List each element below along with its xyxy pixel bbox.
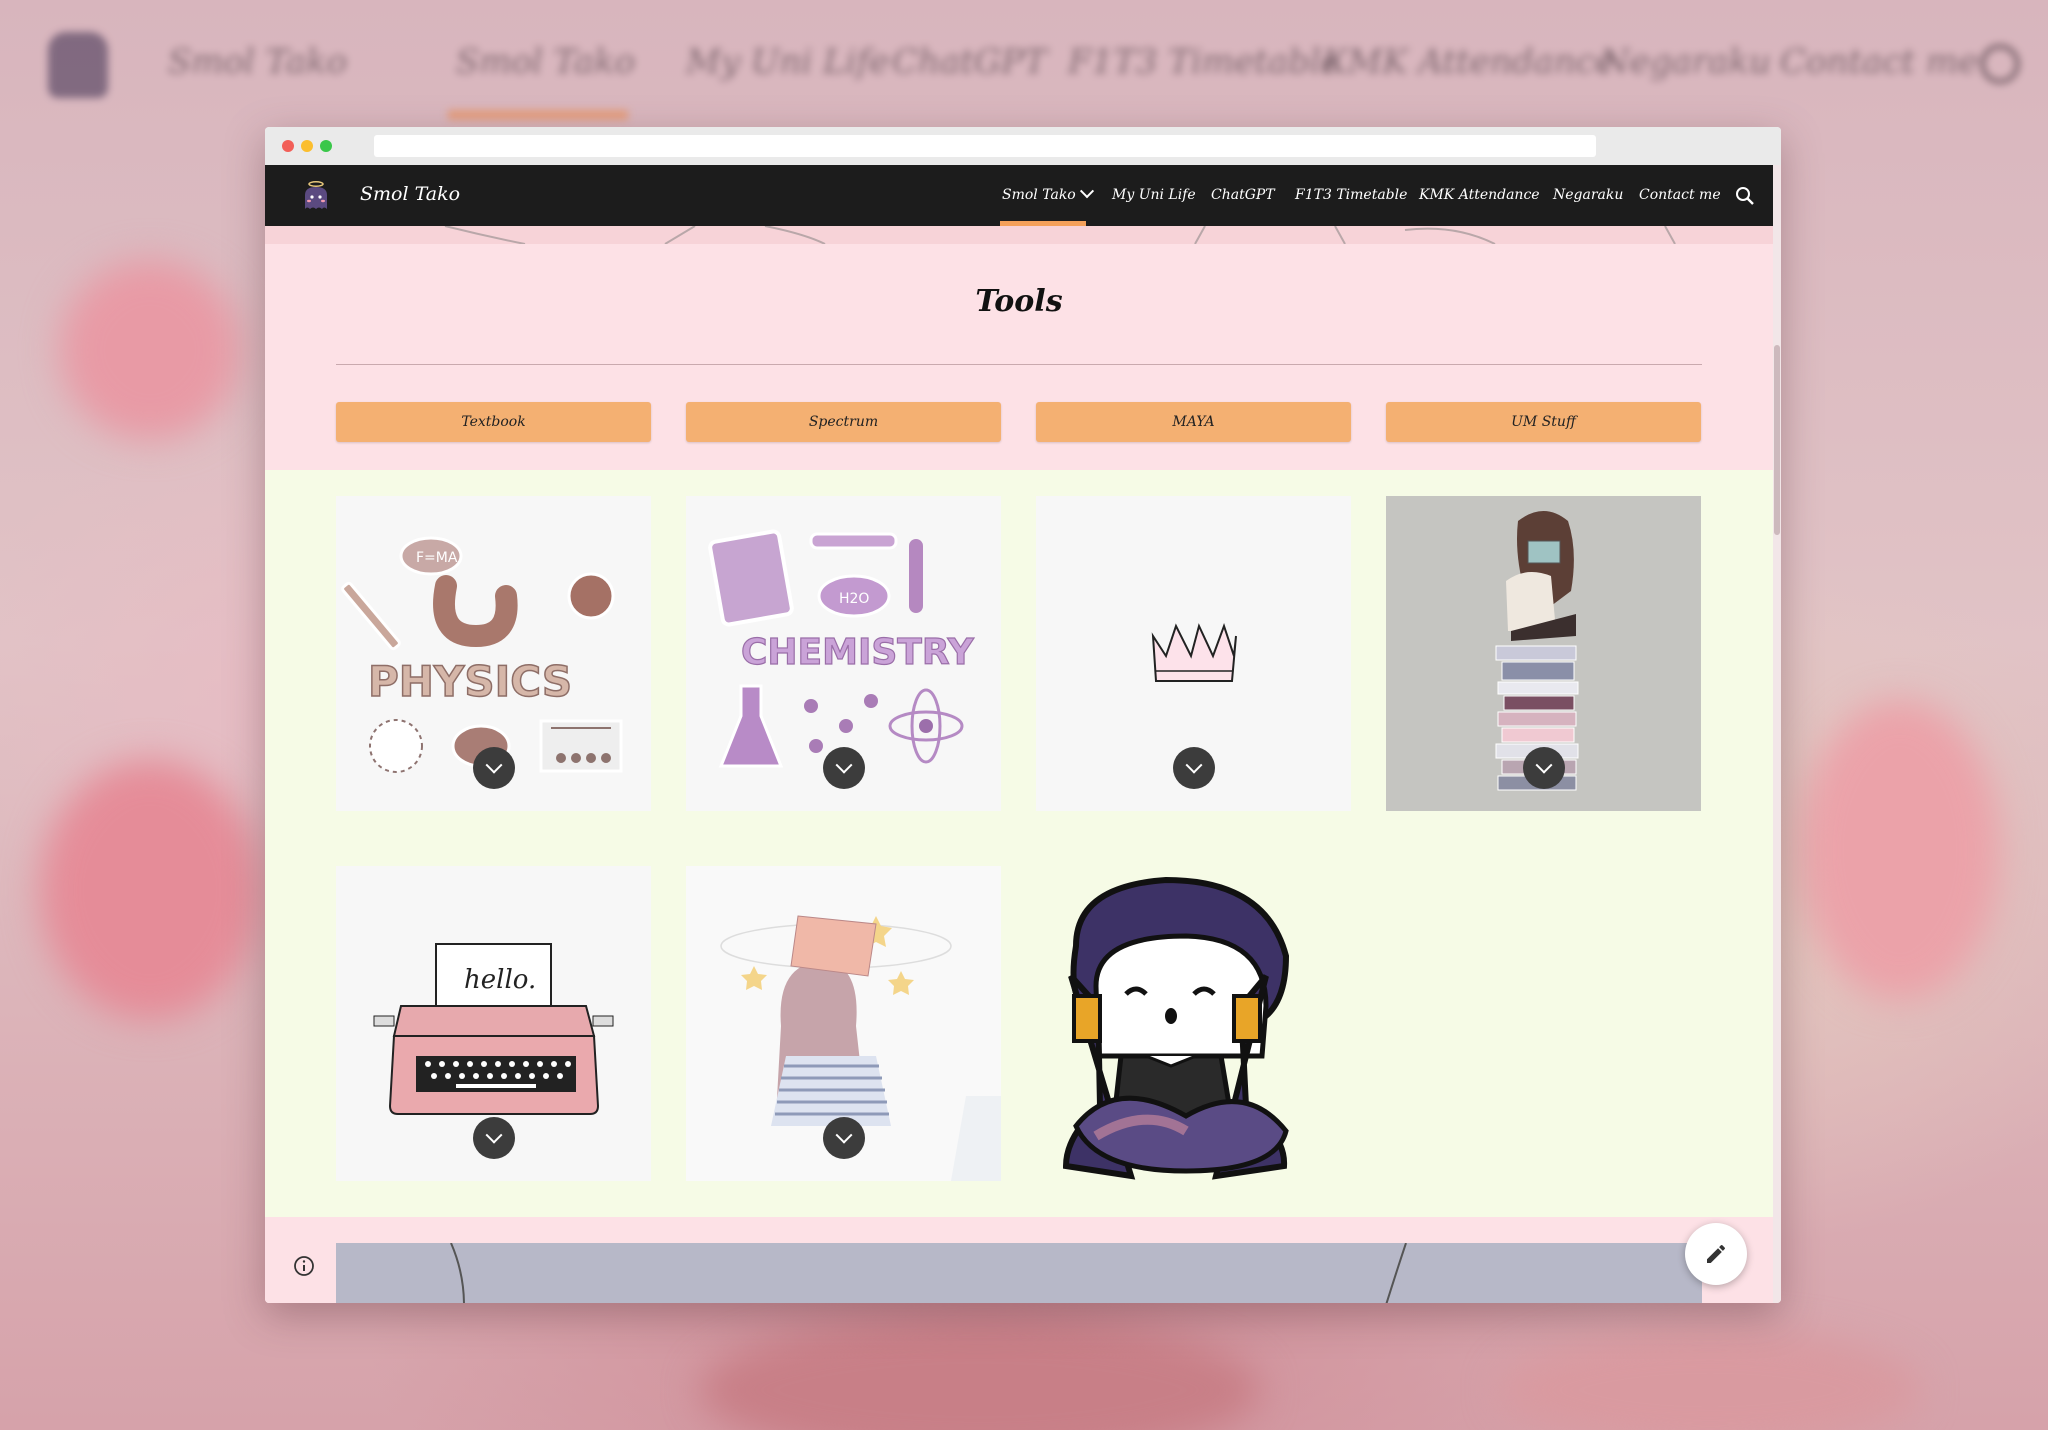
expand-button[interactable] (1522, 747, 1565, 789)
bg-logo (48, 32, 108, 98)
website: Smol Tako Smol Tako My Uni Life ChatGPT … (265, 165, 1773, 1303)
bg-nav-text: Smol Tako (456, 42, 636, 82)
card-girl-book-head[interactable] (686, 866, 1001, 1181)
chevron-down-icon (1535, 756, 1552, 774)
site-title[interactable]: Smol Tako (360, 183, 460, 205)
bg-nav-text: Contact me (1780, 42, 1979, 82)
card-typewriter[interactable]: hello. (336, 866, 651, 1181)
tab-textbook[interactable]: Textbook (336, 402, 651, 442)
bg-blob (40, 760, 260, 1020)
chevron-down-icon (485, 756, 502, 774)
expand-button[interactable] (1172, 747, 1215, 789)
tools-header-section: Tools Textbook Spectrum MAYA UM Stuff (265, 244, 1773, 470)
nav-item-negaraku[interactable]: Negaraku (1553, 187, 1623, 203)
minimize-window-button[interactable] (301, 140, 313, 152)
nav-item-f1t3-timetable[interactable]: F1T3 Timetable (1295, 187, 1407, 203)
bg-blob (60, 260, 240, 440)
nav-item-label: Smol Tako (1002, 187, 1076, 203)
chevron-down-icon (835, 756, 852, 774)
card-girl-on-books[interactable] (1386, 496, 1701, 811)
bg-nav-text: Negaraku (1600, 42, 1771, 82)
next-section-image (336, 1243, 1702, 1303)
chevron-down-icon (1185, 756, 1202, 774)
pencil-icon (1707, 1244, 1725, 1263)
chemistry-formula: H2O (839, 591, 869, 607)
header-decoration (444, 226, 1676, 244)
bg-nav-text: My Uni Life (686, 42, 890, 82)
next-section (265, 1217, 1773, 1303)
expand-button[interactable] (822, 1117, 865, 1159)
physics-title: PHYSICS (368, 657, 572, 706)
close-window-button[interactable] (282, 140, 294, 152)
chevron-down-icon (485, 1126, 502, 1144)
nav-item-chatgpt[interactable]: ChatGPT (1211, 187, 1275, 203)
card-chemistry[interactable]: H2O CHEMISTRY (686, 496, 1001, 811)
bg-nav-text: Smol Tako (168, 42, 348, 82)
search-icon[interactable] (1735, 186, 1755, 206)
card-physics[interactable]: F=MA PHYSICS (336, 496, 651, 811)
bg-blob (700, 1320, 1260, 1430)
card-crown[interactable] (1036, 496, 1351, 811)
scrollbar[interactable] (1773, 165, 1781, 1303)
background-nav: Smol Tako Smol Tako My Uni Life ChatGPT … (0, 0, 2048, 130)
top-nav: Smol Tako Smol Tako My Uni Life ChatGPT … (265, 165, 1773, 226)
bg-search-icon (1980, 44, 2020, 84)
bg-blob (1500, 1330, 1920, 1430)
divider (336, 364, 1702, 365)
bg-blob (1800, 700, 2000, 1000)
browser-window: Smol Tako Smol Tako My Uni Life ChatGPT … (265, 127, 1781, 1303)
nav-item-my-uni-life[interactable]: My Uni Life (1112, 187, 1196, 203)
bg-nav-text: ChatGPT (892, 42, 1047, 82)
chevron-down-icon (1079, 184, 1094, 199)
bg-nav-underline (448, 110, 628, 120)
bg-nav-text: F1T3 Timetable (1068, 42, 1341, 82)
chevron-down-icon (835, 1126, 852, 1144)
browser-chrome (265, 127, 1781, 166)
card-chibi[interactable] (1036, 866, 1351, 1181)
expand-button[interactable] (472, 747, 515, 789)
maximize-window-button[interactable] (320, 140, 332, 152)
tab-um-stuff[interactable]: UM Stuff (1386, 402, 1701, 442)
address-bar[interactable] (374, 135, 1596, 157)
tab-spectrum[interactable]: Spectrum (686, 402, 1001, 442)
chibi-character-image (1062, 876, 1290, 1180)
bg-nav-text: KMK Attendance (1322, 42, 1615, 82)
nav-item-smol-tako[interactable]: Smol Tako (1002, 184, 1094, 203)
nav-item-contact-me[interactable]: Contact me (1639, 187, 1721, 203)
page-title: Tools (975, 284, 1063, 319)
info-icon[interactable] (293, 1255, 315, 1277)
header-image-strip (265, 226, 1773, 244)
typewriter-paper-text: hello. (464, 965, 536, 995)
scrollbar-thumb[interactable] (1774, 345, 1780, 535)
site-logo[interactable] (299, 179, 333, 213)
expand-button[interactable] (472, 1117, 515, 1159)
chemistry-title: CHEMISTRY (741, 632, 975, 673)
tab-maya[interactable]: MAYA (1036, 402, 1351, 442)
nav-item-kmk-attendance[interactable]: KMK Attendance (1419, 187, 1540, 203)
physics-formula: F=MA (416, 550, 458, 566)
next-section-decoration (450, 1243, 1407, 1303)
expand-button[interactable] (822, 747, 865, 789)
tools-grid-section: F=MA PHYSICS H2O CHEMISTRY hello. (265, 470, 1773, 1217)
edit-button[interactable] (1685, 1223, 1747, 1285)
